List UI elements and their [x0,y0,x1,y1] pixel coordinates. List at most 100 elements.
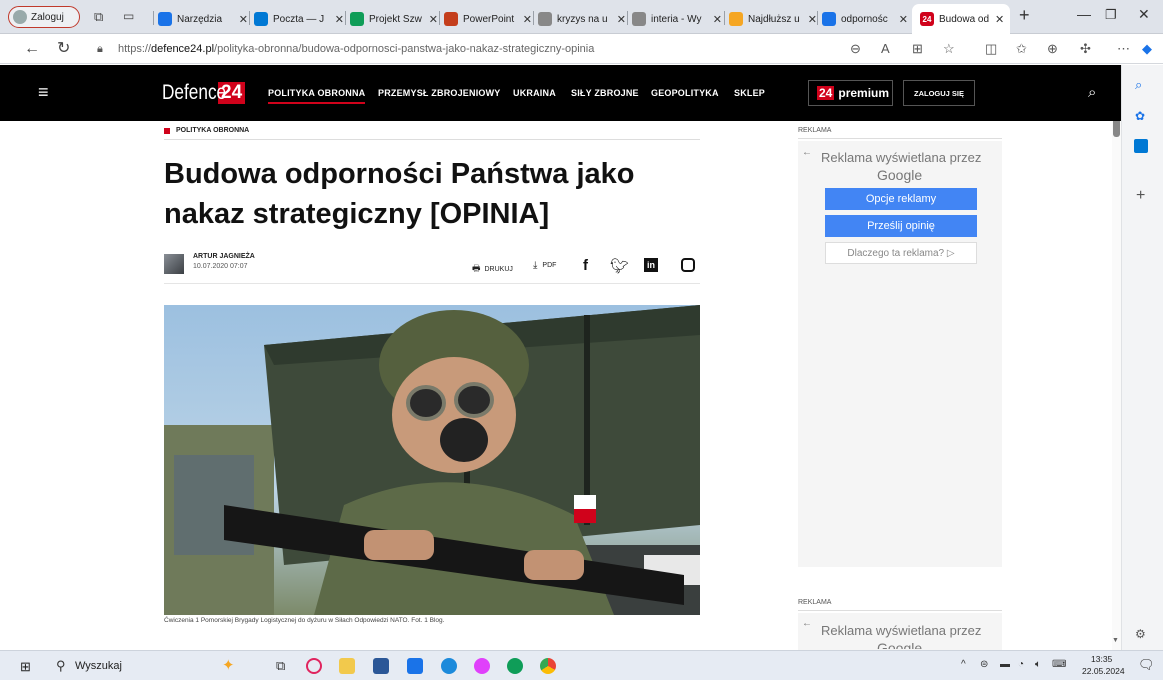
tab-item[interactable]: PowerPoint ✕ [444,7,532,31]
close-tab-icon[interactable]: ✕ [995,13,1004,26]
copilot-sparkle-icon[interactable]: ✦ [222,656,235,674]
clock-date[interactable]: 22.05.2024 [1082,666,1125,676]
taskbar-search-icon[interactable]: ⚲ [56,658,66,674]
photos-icon[interactable] [474,658,490,674]
scrollbar-thumb[interactable] [1113,121,1120,137]
sidebar-outlook-icon[interactable] [1134,139,1148,153]
edge-pinned-icon[interactable] [507,658,523,674]
store-icon[interactable] [373,658,389,674]
article-title: Budowa odporności Państwa jako nakaz str… [164,154,704,234]
author-name[interactable]: ARTUR JAGNIEŻA [193,253,255,260]
nav-sklep[interactable]: SKLEP [734,88,765,98]
copilot-icon[interactable]: ◆ [1142,41,1152,57]
windows-start-icon[interactable]: ⊞ [20,659,31,675]
edge-icon[interactable] [441,658,457,674]
ad-why-button[interactable]: Dlaczego ta reklama? ▷ [825,242,977,264]
twitter-icon[interactable]: 🐦︎ [610,257,629,275]
premium-button[interactable]: 24 premium [808,80,893,106]
ad-back-arrow-icon[interactable]: ← [802,147,812,158]
close-tab-icon[interactable]: ✕ [713,13,722,26]
image-caption: Ćwiczenia 1 Pomorskiej Brygady Logistycz… [164,617,445,624]
file-explorer-icon[interactable] [339,658,355,674]
tray-volume-icon[interactable]: 🔈︎ [1035,659,1041,670]
close-tab-icon[interactable]: ✕ [335,13,344,26]
workspaces-icon[interactable]: ⧉ [94,9,103,25]
lock-icon[interactable]: 🔒︎ [97,43,103,56]
tab-item[interactable]: interia - Wy ✕ [632,7,722,31]
tab-item[interactable]: Narzędzia ✕ [158,7,248,31]
favorites-icon[interactable]: ✩ [1016,41,1027,57]
close-tab-icon[interactable]: ✕ [808,13,817,26]
read-aloud-icon[interactable]: A [881,41,890,56]
collections-icon[interactable]: ⊕ [1047,41,1058,57]
clock-time[interactable]: 13:35 [1091,654,1112,664]
mail-icon[interactable] [407,658,423,674]
close-window-icon[interactable]: ✕ [1138,6,1150,23]
restore-icon[interactable]: ❐ [1105,7,1117,23]
nav-sily-zbrojne[interactable]: SIŁY ZBROJNE [571,88,639,98]
new-tab-button[interactable]: + [1019,5,1030,26]
more-menu-icon[interactable]: ⋯ [1117,41,1130,57]
tab-item[interactable]: Projekt Szw ✕ [350,7,438,31]
refresh-icon[interactable]: ↻ [57,40,70,58]
category-label[interactable]: POLITYKA OBRONNA [164,127,249,134]
nav-ukraina[interactable]: UKRAINA [513,88,556,98]
close-tab-icon[interactable]: ✕ [429,13,438,26]
app-available-icon[interactable]: ⊞ [912,41,923,57]
tab-item[interactable]: odpornośc ✕ [822,7,908,31]
chrome-icon[interactable] [540,658,556,674]
tab-favicon-icon [822,12,836,26]
print-button[interactable]: 🖶 DRUKUJ [472,261,513,277]
url-field[interactable]: https://defence24.pl/polityka-obronna/bu… [118,43,594,55]
sidebar-add-icon[interactable]: + [1136,187,1145,205]
tray-keyboard-icon[interactable]: ⌨ [1052,659,1066,670]
hamburger-menu-icon[interactable]: ≡ [38,82,49,103]
site-logo[interactable]: Defence 24 [162,79,246,107]
sidebar-search-icon[interactable]: ⌕ [1135,77,1142,93]
tray-battery-icon[interactable]: ▬ [1000,659,1010,670]
close-tab-icon[interactable]: ✕ [617,13,626,26]
close-tab-icon[interactable]: ✕ [239,13,248,26]
tray-network-icon[interactable]: ⊜ [980,659,988,670]
ad-feedback-button[interactable]: Prześlij opinię [825,215,977,237]
tab-item[interactable]: kryzys na u ✕ [538,7,626,31]
tab-active[interactable]: 24 Budowa od ✕ [912,4,1010,34]
split-screen-icon[interactable]: ◫ [985,41,997,57]
zoom-icon[interactable]: ⊖ [850,41,861,57]
close-tab-icon[interactable]: ✕ [899,13,908,26]
nav-geopolityka[interactable]: GEOPOLITYKA [651,88,719,98]
notifications-icon[interactable]: 🗨︎ [1138,657,1155,673]
back-icon[interactable]: ← [24,40,40,58]
facebook-icon[interactable]: f [583,257,588,274]
author-avatar[interactable] [164,254,184,274]
ad-options-button[interactable]: Opcje reklamy [825,188,977,210]
task-view-icon[interactable]: ⧉ [276,658,285,674]
favorite-star-icon[interactable]: ☆ [943,41,955,57]
scroll-down-icon[interactable]: ▼ [1112,637,1119,644]
tab-actions-icon[interactable]: ▭ [123,9,134,23]
instagram-icon[interactable] [681,258,695,272]
tab-item[interactable]: Najdłuższ u ✕ [729,7,817,31]
tray-wifi-icon[interactable]: ◔ [1018,659,1024,670]
search-icon[interactable]: ⌕ [1088,84,1096,101]
extensions-icon[interactable]: ✣ [1080,41,1091,57]
opera-icon[interactable] [306,658,322,674]
taskbar-search-label[interactable]: Wyszukaj [75,660,122,672]
sidebar-extension-icon[interactable]: ✿ [1135,109,1145,123]
page-scrollbar[interactable] [1112,121,1121,650]
nav-polityka-obronna[interactable]: POLITYKA OBRONNA [268,88,366,104]
ad-back-arrow-icon-2[interactable]: ← [802,618,812,629]
tab-item[interactable]: Poczta — J ✕ [254,7,344,31]
pdf-button[interactable]: ⤓ PDF [533,260,556,271]
sidebar-settings-icon[interactable]: ⚙ [1135,627,1146,641]
nav-przemysl-zbrojeniowy[interactable]: PRZEMYSŁ ZBROJENIOWY [378,88,501,98]
site-header: ≡ Defence 24 POLITYKA OBRONNA PRZEMYSŁ Z… [0,65,1121,121]
tab-label: Projekt Szw [369,13,422,25]
minimize-icon[interactable]: — [1077,6,1091,22]
login-button[interactable]: ZALOGUJ SIĘ [903,80,975,106]
profile-button[interactable]: Zaloguj [8,6,80,28]
article-hero-image[interactable] [164,305,700,615]
close-tab-icon[interactable]: ✕ [523,13,532,26]
tray-chevron-icon[interactable]: ^ [961,659,966,670]
linkedin-icon[interactable]: in [644,258,658,272]
